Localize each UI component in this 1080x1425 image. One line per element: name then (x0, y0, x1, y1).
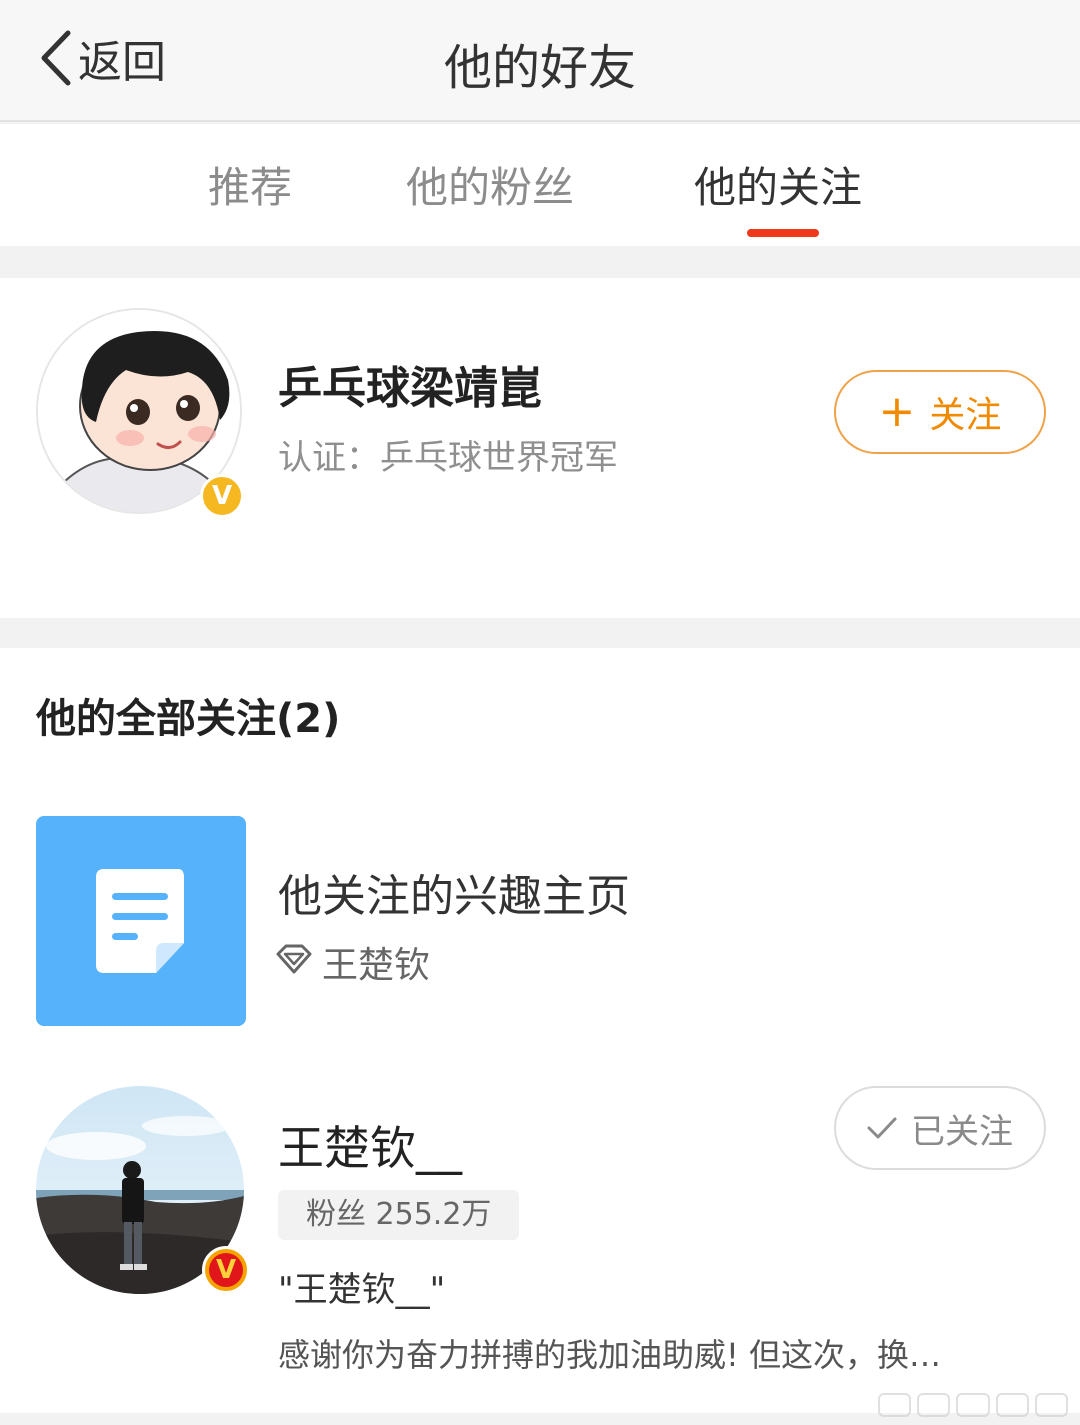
tab-his-following[interactable]: 他的关注 (694, 154, 862, 215)
follow-label: 关注 (929, 395, 1002, 436)
page-dot (956, 1393, 990, 1417)
following-list: 他的全部关注(2) 他关注的兴趣主页 王楚钦 V 王楚钦__ 粉丝 255.2万… (0, 648, 1080, 1413)
featured-user-card[interactable]: V 乒乓球梁靖崑 认证：乒乓球世界冠军 + 关注 (0, 278, 1080, 618)
active-tab-indicator (747, 229, 819, 237)
featured-user-cert: 认证：乒乓球世界冠军 (278, 438, 618, 478)
user-avatar-wrap[interactable]: V (36, 1086, 250, 1298)
tab-recommend[interactable]: 推荐 (208, 154, 292, 215)
verified-badge-icon: V (200, 474, 244, 518)
user-quote: "王楚钦__" (278, 1270, 446, 1310)
section-title: 他的全部关注(2) (36, 696, 341, 742)
tab-his-fans[interactable]: 他的粉丝 (406, 154, 574, 215)
diamond-icon (276, 944, 312, 974)
followed-button[interactable]: 已关注 (834, 1086, 1046, 1170)
followed-label: 已关注 (911, 1111, 1013, 1152)
verified-badge-icon: V (202, 1246, 250, 1294)
interest-page-title[interactable]: 他关注的兴趣主页 (278, 860, 630, 924)
fans-count-badge: 粉丝 255.2万 (278, 1190, 520, 1240)
document-icon (96, 869, 184, 973)
interest-page-subtitle: 王楚钦 (322, 945, 431, 986)
page-indicator (878, 1391, 1069, 1419)
page-dot (878, 1393, 912, 1417)
page-dot (917, 1393, 951, 1417)
interest-page-thumbnail[interactable] (36, 816, 246, 1026)
follow-button[interactable]: + 关注 (834, 370, 1046, 454)
page-dot (995, 1393, 1029, 1417)
user-description: 感谢你为奋力拼搏的我加油助威! 但这次，换… (278, 1336, 942, 1374)
user-name[interactable]: 王楚钦__ (278, 1112, 462, 1178)
featured-user-name[interactable]: 乒乓球梁靖崑 (278, 352, 542, 416)
featured-avatar[interactable]: V (36, 308, 246, 518)
check-icon (867, 1117, 897, 1139)
page-title: 他的好友 (443, 40, 636, 96)
tab-bar: 推荐 他的粉丝 他的关注 (0, 124, 1080, 246)
page: 返回 他的好友 推荐 他的粉丝 他的关注 V 乒乓球梁靖崑 认证：乒乓球世界冠军… (0, 0, 1080, 1425)
plus-icon: + (878, 386, 916, 437)
verified-badge-inner: V (209, 1253, 243, 1287)
top-nav-bar: 返回 他的好友 (0, 0, 1080, 122)
page-dot (1034, 1393, 1069, 1417)
